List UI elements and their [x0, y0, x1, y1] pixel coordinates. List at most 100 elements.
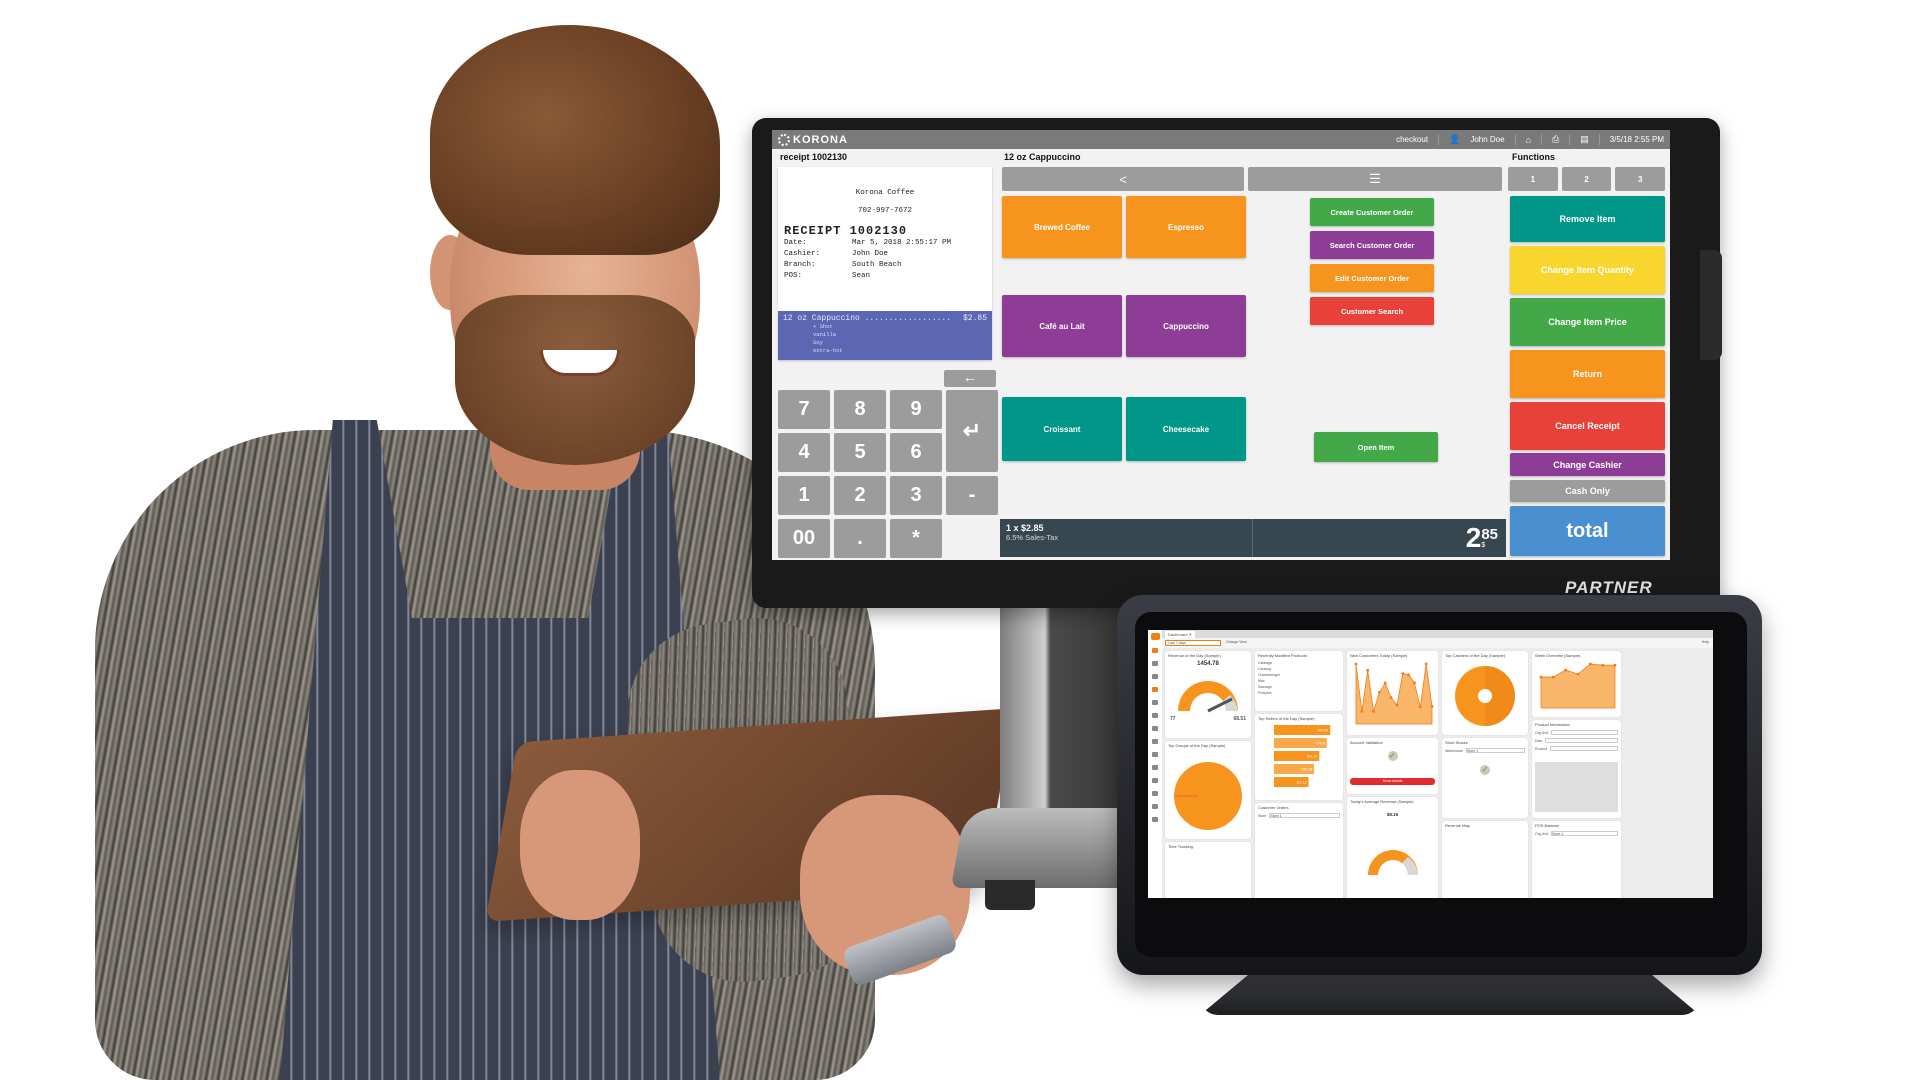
customers-nav-icon[interactable]	[1152, 713, 1158, 718]
data-point	[1564, 668, 1568, 672]
change-view-button[interactable]: Change View	[1226, 640, 1247, 644]
key-8[interactable]: 8	[834, 390, 886, 429]
edit-customer-order-button[interactable]: Edit Customer Order	[1310, 264, 1434, 292]
create-customer-order-button[interactable]: Create Customer Order	[1310, 198, 1434, 226]
search-customer-order-button[interactable]: Search Customer Order	[1310, 231, 1434, 259]
text-nav-icon[interactable]	[1152, 726, 1158, 731]
beard	[455, 295, 695, 465]
bar-label: 133.38	[1301, 768, 1312, 772]
backspace-button[interactable]: ←	[944, 370, 996, 387]
pos-balance-select[interactable]: Store 1	[1551, 831, 1618, 836]
settings-nav-icon[interactable]	[1152, 674, 1158, 679]
key-7[interactable]: 7	[778, 390, 830, 429]
function-tab-1[interactable]: 1	[1508, 167, 1558, 191]
area-series	[1355, 663, 1433, 725]
key-00[interactable]: 00	[778, 519, 830, 558]
documents-nav-icon[interactable]	[1152, 752, 1158, 757]
store-name: Korona Coffee	[855, 189, 915, 197]
change-item-price-button[interactable]: Change Item Price	[1510, 298, 1665, 346]
store-phone: 702-997-7672	[857, 207, 912, 215]
gear-nav-icon[interactable]	[1152, 817, 1158, 822]
back-button[interactable]: <	[1002, 167, 1244, 191]
cancel-receipt-button[interactable]: Cancel Receipt	[1510, 402, 1665, 450]
function-tab-3[interactable]: 3	[1615, 167, 1666, 191]
numpad: 7 8 9 ↵ 4 5 6 1 2 3 - 00 . *	[778, 390, 998, 558]
bar-label: 115.12	[1296, 781, 1306, 785]
open-item-button[interactable]: Open Item	[1314, 432, 1438, 462]
help-button[interactable]: Help	[1702, 640, 1709, 644]
users-nav-icon[interactable]	[1152, 661, 1158, 666]
org-unit-select[interactable]	[1551, 730, 1618, 735]
key-3[interactable]: 3	[890, 476, 942, 515]
data-point	[1418, 705, 1422, 709]
store-nav-icon[interactable]	[1152, 687, 1158, 692]
data-point	[1383, 681, 1387, 685]
printer-icon[interactable]: ⎙	[1552, 134, 1559, 145]
pos-topbar: KORONA checkout 👤 John Doe ⌂ ⎙ ▤ 3/5/18 …	[772, 130, 1670, 149]
menu-button[interactable]: ☰	[1248, 167, 1502, 191]
warehouse-select[interactable]: Store 1	[1465, 748, 1525, 753]
receipt-preview: Korona Coffee 702-997-7672 RECEIPT 10021…	[778, 167, 992, 360]
globe-nav-icon[interactable]	[1152, 804, 1158, 809]
product-button[interactable]: Brewed Coffee	[1002, 196, 1122, 258]
data-point	[1613, 663, 1617, 667]
staff-nav-icon[interactable]	[1152, 765, 1158, 770]
dashboard-tab[interactable]: Dashboard ✕	[1165, 631, 1196, 638]
enter-key[interactable]: ↵	[946, 390, 998, 472]
receipt-line-item[interactable]: 12 oz Cappuccino .................. $2.8…	[778, 311, 992, 360]
hair	[430, 25, 720, 255]
key-multiply[interactable]: *	[890, 519, 942, 558]
cash-only-button[interactable]: Cash Only	[1510, 480, 1665, 502]
key-4[interactable]: 4	[778, 433, 830, 472]
dashboard-nav-icon[interactable]	[1152, 648, 1158, 653]
key-6[interactable]: 6	[890, 433, 942, 472]
home-icon[interactable]: ⌂	[1526, 135, 1531, 145]
modifier: vanilla	[813, 331, 837, 338]
product-button[interactable]: Cappuccino	[1126, 295, 1246, 357]
left-hand	[520, 770, 640, 920]
change-cashier-button[interactable]: Change Cashier	[1510, 453, 1665, 476]
total-button[interactable]: total	[1510, 506, 1665, 556]
key-decimal[interactable]: .	[834, 519, 886, 558]
period-select[interactable]: Last 7 days	[1165, 640, 1221, 646]
mode-label[interactable]: checkout	[1396, 135, 1428, 144]
receipt-row: Branch: South Beach	[784, 261, 902, 269]
area-series	[1540, 663, 1616, 709]
product-button[interactable]: Croissant	[1002, 397, 1122, 461]
product-button[interactable]: Café au Lait	[1002, 295, 1122, 357]
function-tab-2[interactable]: 2	[1561, 167, 1612, 191]
reports-nav-icon[interactable]	[1152, 778, 1158, 783]
team-nav-icon[interactable]	[1152, 791, 1158, 796]
brand-name: KORONA	[793, 133, 848, 146]
return-button[interactable]: Return	[1510, 350, 1665, 398]
marketing-composite: PARTNER KORONA checkout 👤 John Doe ⌂ ⎙ ▤…	[0, 0, 1920, 1080]
pos-nav-icon[interactable]	[1152, 739, 1158, 744]
data-point	[1395, 703, 1399, 707]
key-9[interactable]: 9	[890, 390, 942, 429]
top-groups-widget: Top Groups of the Day (Sample)	[1165, 741, 1251, 839]
user-name[interactable]: John Doe	[1470, 135, 1504, 144]
customer-orders-select[interactable]: Store 1	[1269, 813, 1340, 818]
remove-item-button[interactable]: Remove Item	[1510, 196, 1665, 242]
quantity-price: 1 x $2.85	[1006, 523, 1044, 533]
week-overview-widget: Week Overview (Sample)	[1532, 651, 1621, 717]
data-point	[1401, 672, 1405, 675]
product-search[interactable]	[1550, 746, 1618, 751]
customer-search-button[interactable]: Customer Search	[1310, 297, 1434, 325]
key-2[interactable]: 2	[834, 476, 886, 515]
key-5[interactable]: 5	[834, 433, 886, 472]
products-nav-icon[interactable]	[1152, 700, 1158, 705]
monitor-stand-foot	[985, 880, 1035, 910]
show-details-button[interactable]: Show details	[1350, 778, 1435, 785]
register-icon[interactable]: ▤	[1580, 134, 1589, 145]
change-item-quantity-button[interactable]: Change Item Quantity	[1510, 246, 1665, 294]
data-point	[1366, 668, 1370, 672]
key-minus[interactable]: -	[946, 476, 998, 515]
product-button[interactable]: Espresso	[1126, 196, 1246, 258]
customers-count: 77	[1170, 716, 1176, 722]
list-item[interactable]: Pumpkin	[1258, 690, 1340, 696]
date-select[interactable]	[1545, 738, 1618, 743]
key-1[interactable]: 1	[778, 476, 830, 515]
new-customers-area-chart	[1354, 662, 1434, 725]
product-button[interactable]: Cheesecake	[1126, 397, 1246, 461]
